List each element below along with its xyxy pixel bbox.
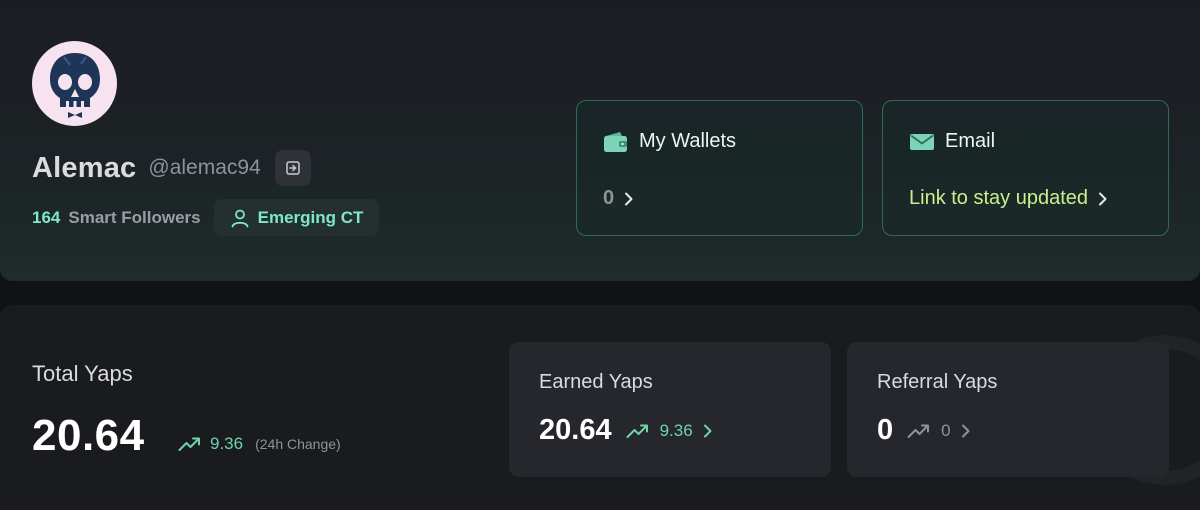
smart-followers-label: Smart Followers xyxy=(68,207,201,227)
total-yaps-change-value: 9.36 xyxy=(210,434,244,453)
earned-yaps-card[interactable]: Earned Yaps 20.64 9.36 xyxy=(509,342,831,477)
email-title: Email xyxy=(945,130,996,152)
referral-yaps-value: 0 xyxy=(877,414,894,446)
total-yaps-change: 9.36 (24h Change) xyxy=(178,434,341,454)
trending-up-icon xyxy=(178,437,200,451)
my-wallets-header: My Wallets xyxy=(603,130,736,153)
user-icon xyxy=(231,209,249,227)
name-row: Alemac @alemac94 xyxy=(32,150,311,186)
avatar[interactable] xyxy=(32,41,117,126)
trending-up-icon xyxy=(626,424,648,438)
user-handle: @alemac94 xyxy=(148,156,261,179)
total-yaps-label: Total Yaps xyxy=(32,361,133,386)
referral-yaps-row: 0 0 xyxy=(877,414,971,447)
email-link-row[interactable]: Link to stay updated xyxy=(909,187,1108,210)
tier-label: Emerging CT xyxy=(257,207,364,227)
profile-panel: Alemac @alemac94 164 Smart Followers Eme… xyxy=(0,0,1200,281)
referral-yaps-card[interactable]: Referral Yaps 0 0 xyxy=(847,342,1169,477)
my-wallets-count-row: 0 xyxy=(603,187,634,210)
logout-icon xyxy=(286,161,300,175)
change-period-note: (24h Change) xyxy=(255,436,341,452)
skull-avatar-icon xyxy=(49,52,100,118)
email-link[interactable]: Link to stay updated xyxy=(909,187,1088,210)
earned-yaps-change: 9.36 xyxy=(659,420,693,440)
earned-yaps-row: 20.64 9.36 xyxy=(539,414,713,447)
logout-button[interactable] xyxy=(274,150,311,186)
email-card[interactable]: Email Link to stay updated xyxy=(882,100,1169,236)
tier-badge[interactable]: Emerging CT xyxy=(213,199,380,236)
total-yaps-value: 20.64 xyxy=(32,411,145,460)
wallet-icon xyxy=(604,131,627,152)
envelope-icon xyxy=(910,133,934,150)
my-wallets-card[interactable]: My Wallets 0 xyxy=(576,100,863,236)
email-header: Email xyxy=(909,130,995,153)
my-wallets-title: My Wallets xyxy=(639,130,737,152)
chevron-right-icon xyxy=(961,424,970,437)
earned-yaps-value: 20.64 xyxy=(539,414,612,446)
referral-yaps-label: Referral Yaps xyxy=(877,371,998,393)
chevron-right-icon xyxy=(1099,192,1107,205)
smart-followers-count: 164 xyxy=(32,207,61,227)
chevron-right-icon xyxy=(703,424,712,437)
followers-row: 164 Smart Followers Emerging CT xyxy=(32,199,380,236)
referral-yaps-change: 0 xyxy=(941,420,951,440)
wallet-count: 0 xyxy=(603,187,615,209)
yaps-panel: Total Yaps 20.64 9.36 (24h Change) Earne… xyxy=(0,305,1200,510)
chevron-right-icon xyxy=(625,192,633,205)
earned-yaps-label: Earned Yaps xyxy=(539,371,653,393)
display-name: Alemac xyxy=(32,151,137,184)
trending-up-icon xyxy=(907,424,930,438)
